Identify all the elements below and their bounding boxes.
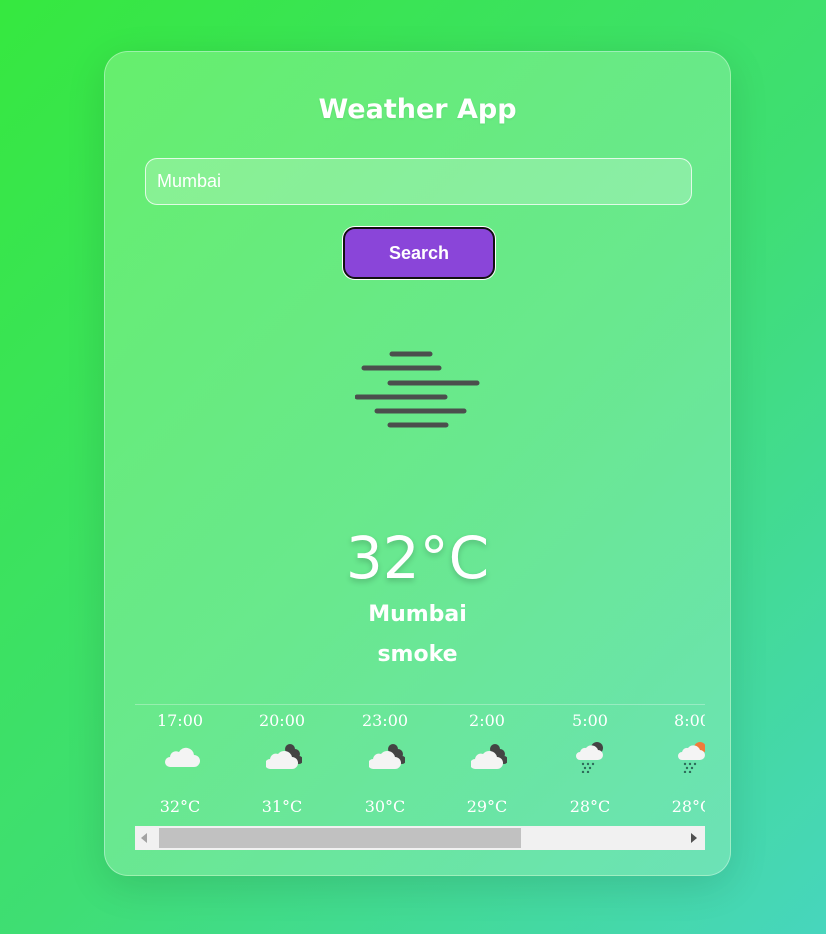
forecast-track: 17:00 32°C 20:00 31°C 23:00 30°C 2:00 29…	[135, 705, 705, 825]
forecast-temp: 28°C	[671, 797, 705, 816]
app-title: Weather App	[318, 94, 517, 125]
city-name: Mumbai	[368, 602, 467, 627]
scroll-left-arrow-icon[interactable]	[141, 833, 147, 843]
forecast-temp: 30°C	[364, 797, 406, 816]
forecast-time: 23:00	[361, 711, 409, 730]
forecast-temp: 31°C	[261, 797, 303, 816]
weather-card: Weather App Search 32°C Mumbai smoke 17:…	[104, 51, 731, 876]
forecast-temp: 32°C	[159, 797, 201, 816]
search-button[interactable]: Search	[343, 227, 495, 279]
scrollbar-thumb[interactable]	[159, 828, 521, 848]
current-temperature: 32°C	[345, 524, 490, 592]
hourly-forecast[interactable]: 17:00 32°C 20:00 31°C 23:00 30°C 2:00 29…	[135, 704, 705, 850]
forecast-time: 17:00	[156, 711, 204, 730]
day-rain-icon	[678, 742, 705, 773]
forecast-time: 8:00	[674, 711, 705, 730]
forecast-temp: 29°C	[466, 797, 508, 816]
forecast-time: 2:00	[469, 711, 505, 730]
night-cloud-icon	[369, 744, 405, 769]
scroll-right-arrow-icon[interactable]	[691, 833, 697, 843]
smoke-icon	[355, 351, 480, 428]
forecast-time: 5:00	[572, 711, 608, 730]
horizontal-scrollbar[interactable]	[135, 826, 705, 850]
forecast-time: 20:00	[258, 711, 306, 730]
night-cloud-icon	[266, 744, 302, 769]
night-cloud-icon	[471, 744, 507, 769]
weather-description: smoke	[377, 642, 458, 667]
city-search-input[interactable]	[145, 158, 692, 205]
forecast-temp: 28°C	[569, 797, 611, 816]
night-rain-icon	[576, 742, 603, 773]
cloud-icon	[165, 747, 200, 767]
